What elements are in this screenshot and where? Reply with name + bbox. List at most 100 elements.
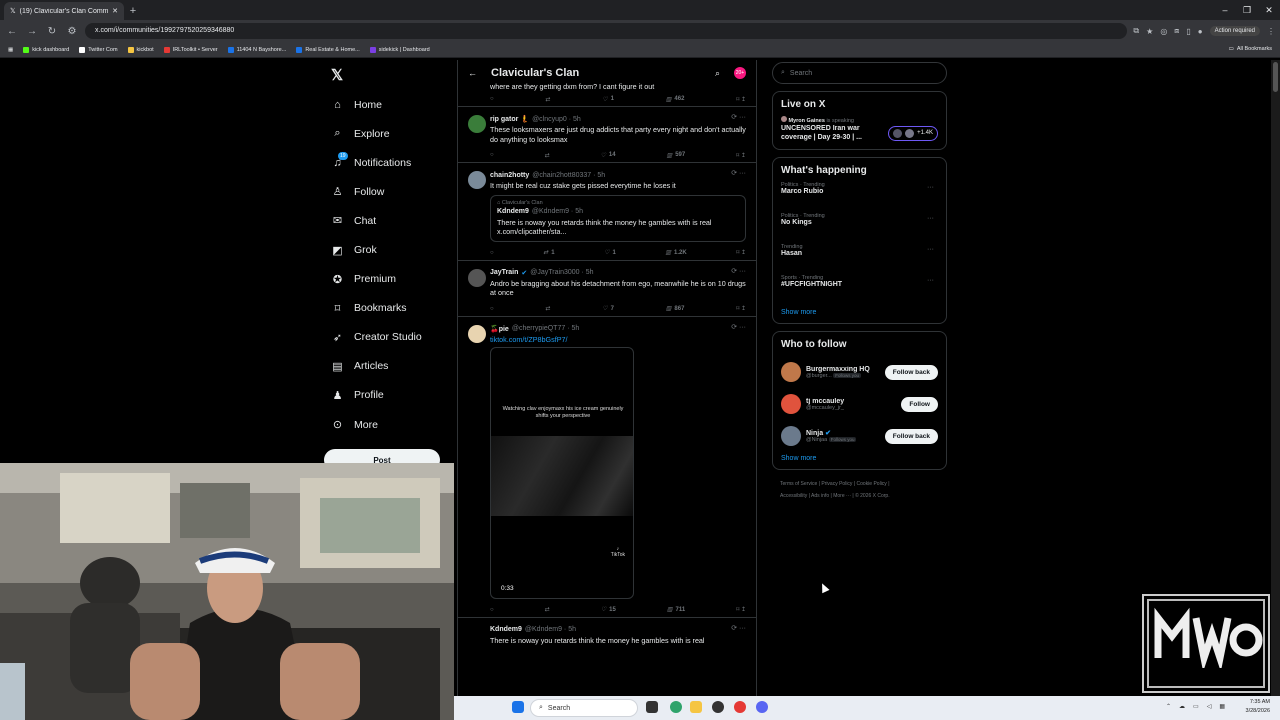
- show-more-link[interactable]: Show more: [781, 455, 938, 462]
- reply-icon[interactable]: ○: [490, 607, 494, 613]
- sidepanel-icon[interactable]: ▯: [1186, 27, 1190, 36]
- windows-start-icon[interactable]: [512, 701, 524, 713]
- more-options-icon[interactable]: ···: [927, 277, 934, 284]
- like-button[interactable]: ♡ 1: [602, 96, 614, 103]
- repost-icon[interactable]: ⇄: [545, 305, 550, 312]
- bookmark-tweet-icon[interactable]: ⌑ ↥: [736, 249, 746, 256]
- tweet[interactable]: ⟳ ··· chain2hotty @chain2hott80337 · 5h I…: [458, 163, 756, 261]
- bookmark-tweet-icon[interactable]: ⌑ ↥: [736, 606, 746, 613]
- action-required-button[interactable]: Action required: [1209, 26, 1260, 36]
- back-icon[interactable]: ←: [5, 26, 19, 37]
- repost-icon[interactable]: ⇄: [545, 96, 550, 103]
- language-icon[interactable]: ▦: [1219, 703, 1225, 710]
- search-input[interactable]: ⌕ Search: [772, 62, 947, 84]
- like-button[interactable]: ♡ 14: [601, 152, 616, 159]
- tweet-link[interactable]: tiktok.com/t/ZP8bGsfP7/: [490, 335, 746, 344]
- nav-articles[interactable]: ▤ Articles: [325, 352, 450, 381]
- discord-icon[interactable]: [756, 701, 768, 713]
- show-more-link[interactable]: Show more: [781, 309, 938, 316]
- bookmark-item[interactable]: IRLToolkit • Server: [163, 46, 218, 53]
- nav-chat[interactable]: ✉ Chat: [325, 206, 450, 235]
- bookmark-tweet-icon[interactable]: ⌑ ↥: [736, 152, 746, 159]
- author-name[interactable]: rip gator 🧜: [490, 115, 529, 123]
- nav-explore[interactable]: ⌕ Explore: [325, 119, 450, 148]
- views-button[interactable]: ▥ 867: [666, 305, 685, 313]
- video-media[interactable]: Watching clav enjoymaxx his ice cream ge…: [490, 346, 634, 599]
- follow-back-button[interactable]: Follow back: [884, 364, 938, 380]
- task-view-icon[interactable]: [646, 701, 658, 713]
- nav-premium[interactable]: ✪ Premium: [325, 265, 450, 294]
- bookmark-item[interactable]: kick dashboard: [23, 46, 69, 53]
- scrollbar-thumb[interactable]: [1273, 62, 1278, 92]
- tweet[interactable]: ⟳ ··· Kdndem9 @Kdndem9 · 5h There is nowa…: [458, 618, 756, 646]
- bookmark-item[interactable]: sidekick | Dashboard: [369, 46, 430, 53]
- menu-icon[interactable]: ⋮: [1267, 27, 1275, 36]
- nav-home[interactable]: ⌂ Home: [325, 90, 450, 119]
- trend-item[interactable]: Sports · Trending #UFCFIGHTNIGHT ···: [781, 275, 938, 306]
- nav-profile[interactable]: ♟ Profile: [325, 381, 450, 410]
- all-bookmarks-button[interactable]: ▭ All Bookmarks: [1229, 46, 1272, 52]
- obs-icon[interactable]: [712, 701, 724, 713]
- puzzle-icon[interactable]: ⧈: [1174, 26, 1179, 36]
- back-arrow-icon[interactable]: ←: [468, 68, 477, 78]
- taskbar-clock[interactable]: 7:35 AM 3/28/2026: [1246, 698, 1270, 716]
- nav-follow[interactable]: ♙ Follow: [325, 177, 450, 206]
- footer-link[interactable]: More ···: [833, 493, 851, 499]
- apps-icon[interactable]: ▦: [8, 47, 13, 53]
- more-options-icon[interactable]: ⟳ ···: [731, 169, 746, 177]
- nav-bookmarks[interactable]: ⌑ Bookmarks: [325, 294, 450, 323]
- reply-icon[interactable]: ○: [490, 306, 494, 312]
- close-window-icon[interactable]: ✕: [1258, 0, 1280, 20]
- avatar[interactable]: [781, 362, 801, 382]
- reply-icon[interactable]: ○: [490, 96, 494, 102]
- repost-icon[interactable]: ⇄: [545, 606, 550, 613]
- footer-link[interactable]: Cookie Policy: [857, 481, 887, 487]
- avatar[interactable]: [781, 394, 801, 414]
- minimize-icon[interactable]: –: [1214, 0, 1236, 20]
- live-listeners-pill[interactable]: +1.4K: [888, 125, 938, 141]
- cloud-icon[interactable]: ☁: [1179, 703, 1185, 710]
- tweet[interactable]: where are they getting dxm from? I cant …: [458, 82, 756, 107]
- avatar[interactable]: [781, 426, 801, 446]
- repost-icon[interactable]: ⇄: [545, 152, 550, 159]
- reload-icon[interactable]: ↻: [45, 26, 59, 37]
- more-options-icon[interactable]: ⟳ ···: [731, 323, 746, 331]
- forward-icon[interactable]: →: [25, 26, 39, 37]
- x-logo-icon[interactable]: 𝕏: [331, 66, 450, 90]
- bookmark-item[interactable]: kickbot: [127, 46, 154, 53]
- bookmark-item[interactable]: 11404 N Bayshore...: [227, 46, 286, 53]
- follow-suggestion[interactable]: tj mccauley @mccauley_jr_ Follow: [781, 388, 938, 420]
- trend-item[interactable]: Politics · Trending No Kings ···: [781, 213, 938, 244]
- follow-suggestion[interactable]: Burgermaxxing HQ @burger... Follows you F…: [781, 356, 938, 388]
- views-button[interactable]: ▥ 597: [667, 152, 686, 159]
- more-options-icon[interactable]: ⟳ ···: [731, 267, 746, 275]
- network-icon[interactable]: ▭: [1193, 703, 1199, 710]
- follow-suggestion[interactable]: Ninja ✔ @Ninjaa Follows you Follow back: [781, 420, 938, 452]
- more-options-icon[interactable]: ···: [927, 215, 934, 222]
- footer-link[interactable]: Accessibility: [780, 493, 807, 499]
- more-options-icon[interactable]: ···: [927, 246, 934, 253]
- bookmark-item[interactable]: Twitter Com: [79, 46, 118, 53]
- tweet[interactable]: ⟳ ··· JayTrain ✔ @JayTrain3000 · 5h Andro …: [458, 261, 756, 317]
- profile-icon[interactable]: ●: [1198, 27, 1203, 36]
- avatar[interactable]: [468, 171, 486, 189]
- speaker-icon[interactable]: ◁: [1207, 703, 1212, 710]
- site-info-icon[interactable]: ⚙: [65, 26, 79, 37]
- trend-item[interactable]: Trending Hasan ···: [781, 244, 938, 275]
- nav-creator-studio[interactable]: ➶ Creator Studio: [325, 323, 450, 352]
- star-icon[interactable]: ★: [1146, 27, 1153, 36]
- nav-grok[interactable]: ◩ Grok: [325, 235, 450, 264]
- views-button[interactable]: ▥ 462: [666, 96, 685, 103]
- follow-button[interactable]: Follow: [901, 396, 938, 412]
- tweet[interactable]: ⟳ ··· 🍒pie @cherrypieQT77 · 5h tiktok.com…: [458, 317, 756, 618]
- tweet[interactable]: ⟳ ··· rip gator 🧜 @clncyup0 · 5h These lo…: [458, 107, 756, 163]
- maximize-icon[interactable]: ❐: [1236, 0, 1258, 20]
- views-button[interactable]: ▥ 1.2K: [665, 249, 686, 257]
- footer-link[interactable]: Terms of Service: [780, 481, 817, 487]
- footer-link[interactable]: Privacy Policy: [821, 481, 852, 487]
- nav-more[interactable]: ⊙ More: [325, 410, 450, 439]
- more-options-icon[interactable]: ···: [927, 184, 934, 191]
- install-icon[interactable]: ⧉: [1133, 26, 1139, 36]
- follow-back-button[interactable]: Follow back: [884, 428, 938, 444]
- chrome-icon[interactable]: [734, 701, 746, 713]
